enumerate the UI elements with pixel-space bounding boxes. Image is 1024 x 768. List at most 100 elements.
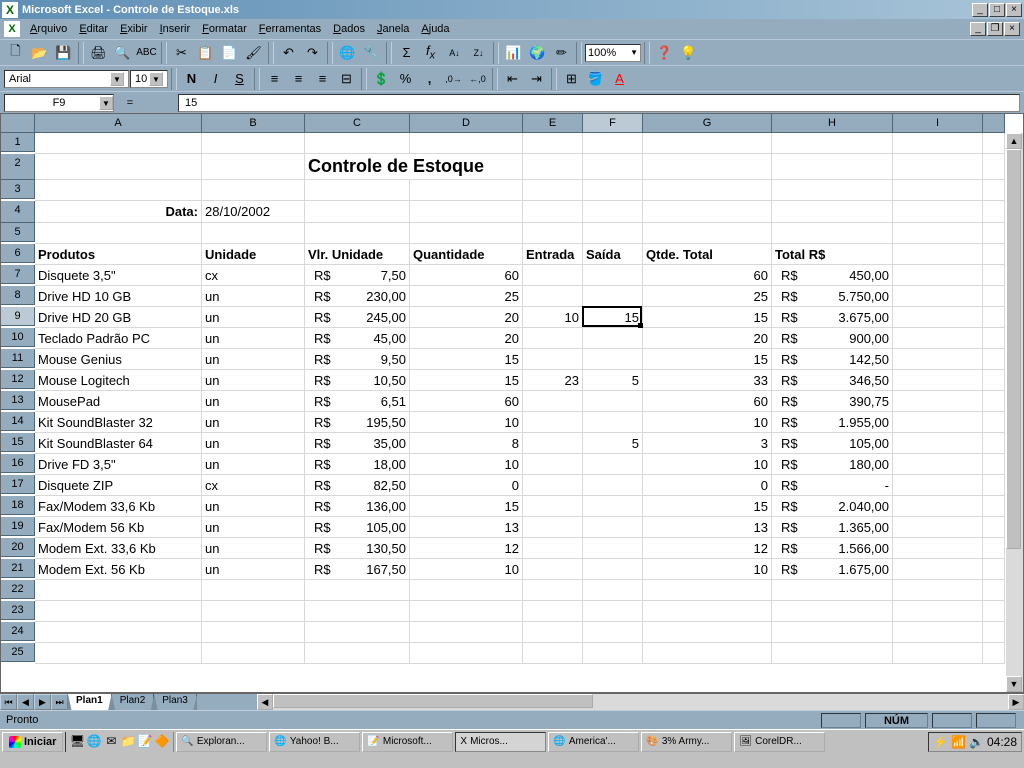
cell[interactable]: [772, 601, 893, 622]
cell[interactable]: [410, 601, 523, 622]
borders-icon[interactable]: ⊞: [560, 68, 583, 90]
cell[interactable]: Fax/Modem 56 Kb: [35, 517, 202, 538]
cell[interactable]: [983, 133, 1005, 154]
cell[interactable]: 10: [643, 454, 772, 475]
cell[interactable]: Teclado Padrão PC: [35, 328, 202, 349]
function-icon[interactable]: fx: [419, 42, 442, 64]
scroll-left-icon[interactable]: ◀: [257, 694, 273, 710]
cell[interactable]: [772, 180, 893, 201]
cell[interactable]: [523, 580, 583, 601]
cell[interactable]: [202, 133, 305, 154]
cell[interactable]: Drive FD 3,5": [35, 454, 202, 475]
cell[interactable]: [893, 475, 983, 496]
drawing-icon[interactable]: ✏: [550, 42, 573, 64]
cell[interactable]: R$9,50: [305, 349, 410, 370]
tray-icon[interactable]: 🔊: [969, 735, 984, 749]
print-preview-icon[interactable]: 🔍: [111, 42, 134, 64]
cell[interactable]: 25: [643, 286, 772, 307]
scroll-right-icon[interactable]: ▶: [1008, 694, 1024, 710]
cell[interactable]: un: [202, 286, 305, 307]
cell[interactable]: [643, 201, 772, 223]
cell[interactable]: [583, 496, 643, 517]
cell[interactable]: 15: [643, 496, 772, 517]
cell[interactable]: [305, 580, 410, 601]
cell[interactable]: un: [202, 496, 305, 517]
increase-indent-icon[interactable]: ⇥: [525, 68, 548, 90]
sheet-tab[interactable]: Plan2: [112, 694, 155, 710]
cell[interactable]: R$346,50: [772, 370, 893, 391]
cell[interactable]: R$450,00: [772, 265, 893, 286]
cell[interactable]: [983, 517, 1005, 538]
hyperlink-icon[interactable]: 🌐: [336, 42, 359, 64]
cell[interactable]: [583, 328, 643, 349]
row-header[interactable]: 8: [1, 286, 35, 305]
column-header[interactable]: I: [893, 114, 983, 133]
cell[interactable]: [893, 133, 983, 154]
cell[interactable]: [583, 622, 643, 643]
cell[interactable]: [583, 265, 643, 286]
chart-wizard-icon[interactable]: 📊: [502, 42, 525, 64]
cell[interactable]: [202, 180, 305, 201]
help-icon[interactable]: ❓: [653, 42, 676, 64]
cell[interactable]: [583, 349, 643, 370]
column-header[interactable]: [983, 114, 1005, 133]
taskbar-button[interactable]: 🌐America'...: [548, 732, 639, 752]
menu-janela[interactable]: Janela: [371, 21, 415, 37]
cell[interactable]: 60: [643, 391, 772, 412]
web-toolbar-icon[interactable]: 🔧: [360, 42, 383, 64]
cell[interactable]: [305, 201, 410, 223]
cell[interactable]: Unidade: [202, 244, 305, 265]
cell[interactable]: R$35,00: [305, 433, 410, 454]
redo-icon[interactable]: ↷: [301, 42, 324, 64]
cell[interactable]: [523, 154, 583, 180]
tab-first-icon[interactable]: ⏮: [0, 694, 17, 710]
cell[interactable]: [583, 643, 643, 664]
cell[interactable]: [305, 601, 410, 622]
cell[interactable]: [893, 538, 983, 559]
cell[interactable]: [35, 601, 202, 622]
cell[interactable]: [893, 433, 983, 454]
cell[interactable]: 10: [410, 454, 523, 475]
cell[interactable]: [893, 370, 983, 391]
cell[interactable]: [410, 154, 523, 180]
open-icon[interactable]: 📂: [28, 42, 51, 64]
cell[interactable]: 10: [523, 307, 583, 328]
cell[interactable]: 0: [410, 475, 523, 496]
cell[interactable]: [983, 433, 1005, 454]
cell[interactable]: R$130,50: [305, 538, 410, 559]
cell[interactable]: R$18,00: [305, 454, 410, 475]
cell[interactable]: [202, 601, 305, 622]
row-header[interactable]: 13: [1, 391, 35, 410]
undo-icon[interactable]: ↶: [277, 42, 300, 64]
cell[interactable]: [893, 412, 983, 433]
folder-icon[interactable]: 📁: [120, 734, 136, 750]
cell[interactable]: [983, 622, 1005, 643]
cell[interactable]: [523, 622, 583, 643]
cell[interactable]: 8: [410, 433, 523, 454]
cell[interactable]: [643, 154, 772, 180]
cell[interactable]: cx: [202, 265, 305, 286]
cell[interactable]: [772, 223, 893, 244]
cell[interactable]: [523, 475, 583, 496]
cell[interactable]: [523, 201, 583, 223]
cell[interactable]: 15: [583, 307, 643, 328]
cell[interactable]: [983, 496, 1005, 517]
copy-icon[interactable]: 📋: [194, 42, 217, 64]
cell[interactable]: Mouse Genius: [35, 349, 202, 370]
cell[interactable]: [643, 180, 772, 201]
cell[interactable]: [523, 454, 583, 475]
align-center-icon[interactable]: ≡: [287, 68, 310, 90]
minimize-button[interactable]: _: [972, 3, 988, 17]
tray-icon[interactable]: ⚡: [933, 735, 948, 749]
cell[interactable]: un: [202, 559, 305, 580]
cell[interactable]: [983, 475, 1005, 496]
cell[interactable]: [893, 223, 983, 244]
cell[interactable]: R$45,00: [305, 328, 410, 349]
cell[interactable]: R$1.566,00: [772, 538, 893, 559]
cell[interactable]: [35, 223, 202, 244]
percent-icon[interactable]: %: [394, 68, 417, 90]
cell[interactable]: [583, 601, 643, 622]
cell[interactable]: 12: [643, 538, 772, 559]
mdi-close-button[interactable]: ×: [1004, 22, 1020, 36]
cell[interactable]: R$900,00: [772, 328, 893, 349]
